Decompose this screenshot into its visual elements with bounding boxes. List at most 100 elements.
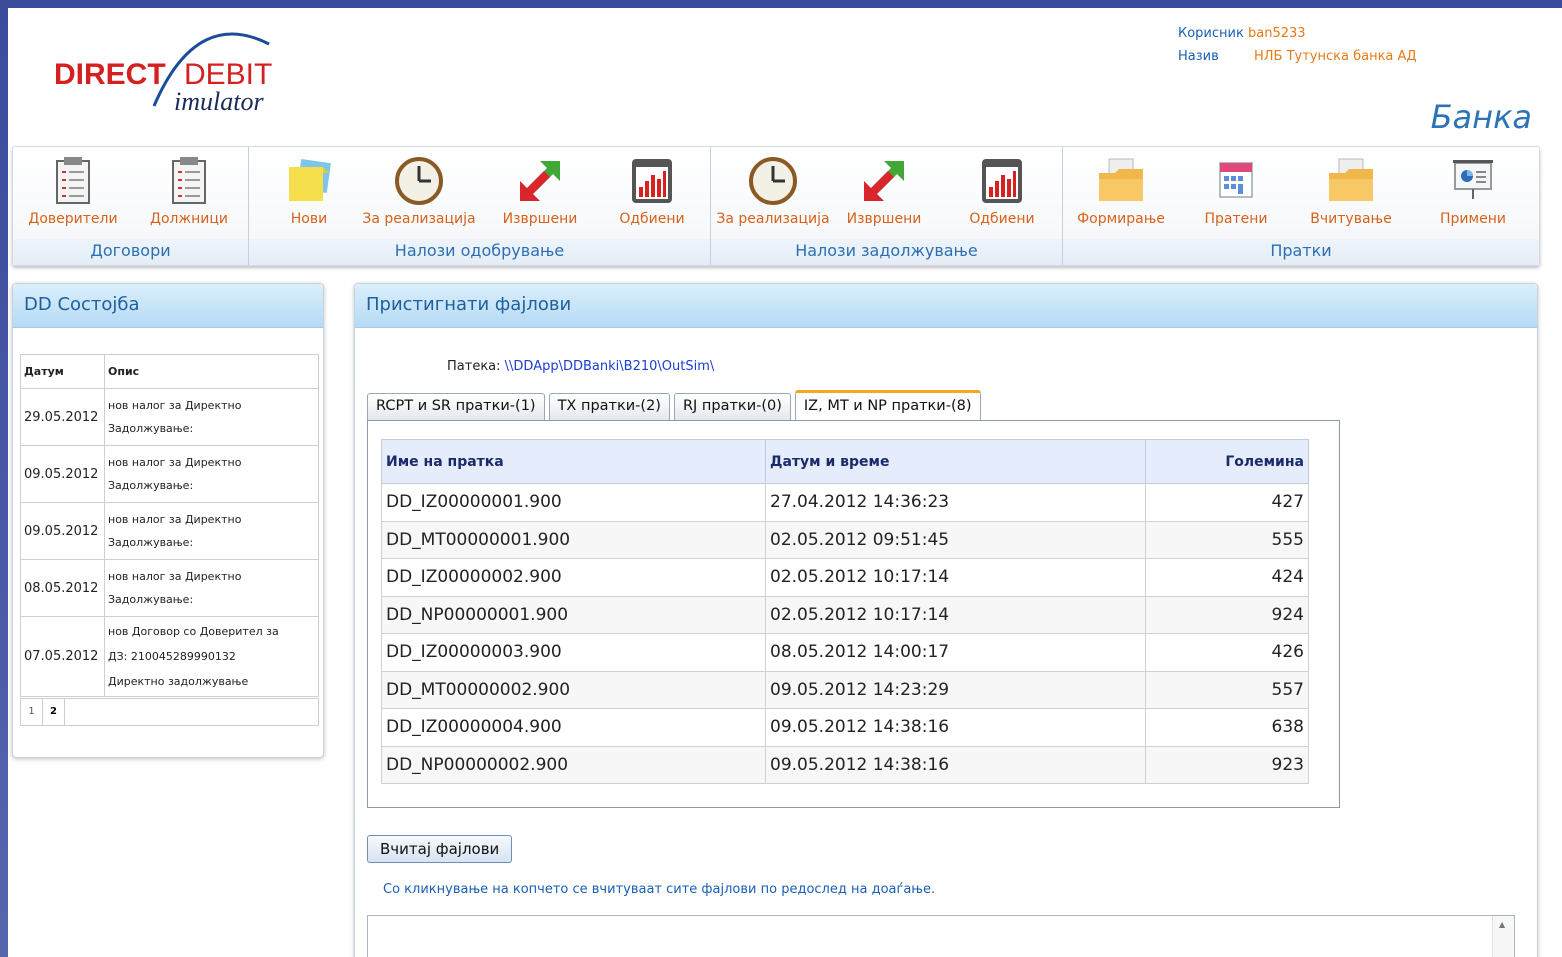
- toolbar-creditors-button[interactable]: Доверители: [23, 155, 123, 227]
- logo: DIRECT DEBIT imulator: [54, 26, 294, 116]
- toolbar-group-label: Пратки: [1063, 239, 1539, 265]
- toolbar-debit-executed-button[interactable]: Извршени: [839, 155, 929, 227]
- toolbar-group-label: Договори: [13, 239, 248, 265]
- table-header-row: Датум Опис: [20, 354, 319, 389]
- cell-name: DD_IZ00000001.900: [381, 483, 766, 522]
- toolbar-approval-executed-label: Извршени: [502, 211, 578, 227]
- description-line: нов налог за Директно: [108, 570, 242, 583]
- toolbar-shipments-create-label: Формирање: [1077, 211, 1165, 227]
- user-value: ban5233: [1247, 26, 1306, 41]
- table-row[interactable]: DD_MT00000002.900 09.05.2012 14:23:29 557: [381, 670, 1309, 709]
- description-line: Задолжување:: [108, 536, 194, 549]
- table-row[interactable]: 09.05.2012 нов налог за Директно Задолжув…: [20, 502, 319, 560]
- table-row[interactable]: DD_IZ00000002.900 02.05.2012 10:17:14 424: [381, 558, 1309, 597]
- table-row[interactable]: 07.05.2012 нов Договор со Доверител за ДЗ…: [20, 616, 319, 697]
- arrows-icon: [514, 155, 566, 207]
- pager: 12: [20, 698, 319, 726]
- dd-status-table: Датум Опис 29.05.2012 нов налог за Дирек…: [20, 354, 319, 697]
- cell-size: 427: [1145, 483, 1309, 522]
- incoming-files-title: Пристигнати фајлови: [355, 284, 1537, 328]
- logo-word-simulator: imulator: [174, 87, 264, 116]
- description-line: нов Договор со Доверител за: [108, 625, 279, 638]
- toolbar-creditors-label: Доверители: [28, 211, 118, 227]
- row-description: нов налог за Директно Задолжување:: [104, 388, 319, 446]
- load-files-button[interactable]: Вчитај фајлови: [367, 835, 513, 863]
- row-date: 09.05.2012: [20, 502, 105, 560]
- table-row[interactable]: DD_IZ00000003.900 08.05.2012 14:00:17 426: [381, 633, 1309, 672]
- page-link-1[interactable]: 1: [21, 699, 43, 725]
- toolbar-debtors-label: Должници: [150, 211, 228, 227]
- toolbar-shipments-received-button[interactable]: Примени: [1423, 155, 1523, 227]
- presentation-icon: [1447, 155, 1499, 207]
- clipboard-list-icon: [163, 155, 215, 207]
- path-link[interactable]: \\DDApp\DDBanki\B210\OutSim\: [505, 359, 715, 374]
- toolbar-group-label: Налози одобрување: [249, 239, 710, 265]
- tab-tx[interactable]: TX пратки-(2): [548, 393, 670, 420]
- description-line: ДЗ: 210045289990132: [108, 650, 236, 663]
- folder-icon: [1095, 155, 1147, 207]
- column-header-name[interactable]: Име на пратка: [381, 439, 766, 484]
- table-row[interactable]: 29.05.2012 нов налог за Директно Задолжув…: [20, 388, 319, 446]
- row-date: 09.05.2012: [20, 445, 105, 503]
- toolbar-shipments-load-button[interactable]: Вчитување: [1299, 155, 1403, 227]
- bar-chart-icon: [626, 155, 678, 207]
- cell-name: DD_IZ00000004.900: [381, 708, 766, 747]
- toolbar-debit-rejected-button[interactable]: Одбиени: [957, 155, 1047, 227]
- sticky-notes-icon: [283, 155, 335, 207]
- toolbar-debtors-button[interactable]: Должници: [139, 155, 239, 227]
- toolbar-shipments-received-label: Примени: [1440, 211, 1506, 227]
- toolbar-approval-rejected-button[interactable]: Одбиени: [607, 155, 697, 227]
- table-row[interactable]: DD_NP00000001.900 02.05.2012 10:17:14 924: [381, 595, 1309, 634]
- cell-datetime: 27.04.2012 14:36:23: [765, 483, 1146, 522]
- cell-size: 555: [1145, 520, 1309, 559]
- table-row[interactable]: DD_MT00000001.900 02.05.2012 09:51:45 555: [381, 520, 1309, 559]
- toolbar-approval-new-button[interactable]: Нови: [269, 155, 349, 227]
- scrollbar[interactable]: [1492, 916, 1514, 957]
- toolbar-approval-executed-button[interactable]: Извршени: [495, 155, 585, 227]
- folder-icon: [1325, 155, 1377, 207]
- toolbar-approval-pending-button[interactable]: За реализација: [359, 155, 479, 227]
- tab-rcpt-sr[interactable]: RCPT и SR пратки-(1): [367, 393, 545, 420]
- cell-size: 426: [1145, 633, 1309, 672]
- tab-content: Име на пратка Датум и време Големина DD_…: [367, 420, 1340, 808]
- cell-name: DD_NP00000001.900: [381, 595, 766, 634]
- toolbar-approval-pending-label: За реализација: [362, 211, 476, 227]
- column-header-date: Датум: [20, 354, 105, 389]
- description-line: Задолжување:: [108, 479, 194, 492]
- description-line: Задолжување:: [108, 593, 194, 606]
- path-label: Патека:: [447, 359, 501, 374]
- toolbar-debit-pending-button[interactable]: За реализација: [713, 155, 833, 227]
- tab-iz-mt-np[interactable]: IZ, MT и NP пратки-(8): [794, 390, 981, 420]
- toolbar-debit-pending-label: За реализација: [716, 211, 830, 227]
- cell-datetime: 09.05.2012 14:23:29: [765, 670, 1146, 709]
- row-description: нов налог за Директно Задолжување:: [104, 502, 319, 560]
- page: DIRECT DEBIT imulator Корисник ban5233 Н…: [8, 8, 1562, 957]
- toolbar-approval-rejected-label: Одбиени: [619, 211, 685, 227]
- log-textarea[interactable]: [367, 915, 1515, 957]
- row-date: 08.05.2012: [20, 559, 105, 617]
- toolbar-shipments-sent-button[interactable]: Пратени: [1191, 155, 1281, 227]
- column-header-datetime[interactable]: Датум и време: [765, 439, 1146, 484]
- toolbar-debit-executed-label: Извршени: [846, 211, 922, 227]
- cell-name: DD_IZ00000002.900: [381, 558, 766, 597]
- toolbar-group-label: Налози задолжување: [711, 239, 1062, 265]
- arrows-icon: [858, 155, 910, 207]
- table-row[interactable]: 09.05.2012 нов налог за Директно Задолжув…: [20, 445, 319, 503]
- path-row: Патека: \\DDApp\DDBanki\B210\OutSim\: [447, 359, 714, 374]
- row-date: 29.05.2012: [20, 388, 105, 446]
- toolbar-group-shipments: Формирање Пратени Вчитување Примени Прат…: [1063, 147, 1539, 265]
- cell-size: 557: [1145, 670, 1309, 709]
- column-header-size[interactable]: Големина: [1145, 439, 1309, 484]
- cell-datetime: 02.05.2012 10:17:14: [765, 558, 1146, 597]
- table-row[interactable]: 08.05.2012 нов налог за Директно Задолжув…: [20, 559, 319, 617]
- name-label: Назив: [1178, 49, 1219, 64]
- tab-rj[interactable]: RJ пратки-(0): [673, 393, 791, 420]
- table-row[interactable]: DD_IZ00000004.900 09.05.2012 14:38:16 638: [381, 708, 1309, 747]
- table-row[interactable]: DD_IZ00000001.900 27.04.2012 14:36:23 427: [381, 483, 1309, 522]
- row-description: нов налог за Директно Задолжување:: [104, 445, 319, 503]
- toolbar-shipments-create-button[interactable]: Формирање: [1069, 155, 1173, 227]
- main-toolbar: Доверители Должници Договори Нови За реа…: [12, 146, 1540, 266]
- dd-status-panel: DD Состојба Датум Опис 29.05.2012 нов на…: [12, 283, 324, 758]
- cell-name: DD_MT00000002.900: [381, 670, 766, 709]
- table-row[interactable]: DD_NP00000002.900 09.05.2012 14:38:16 923: [381, 745, 1309, 784]
